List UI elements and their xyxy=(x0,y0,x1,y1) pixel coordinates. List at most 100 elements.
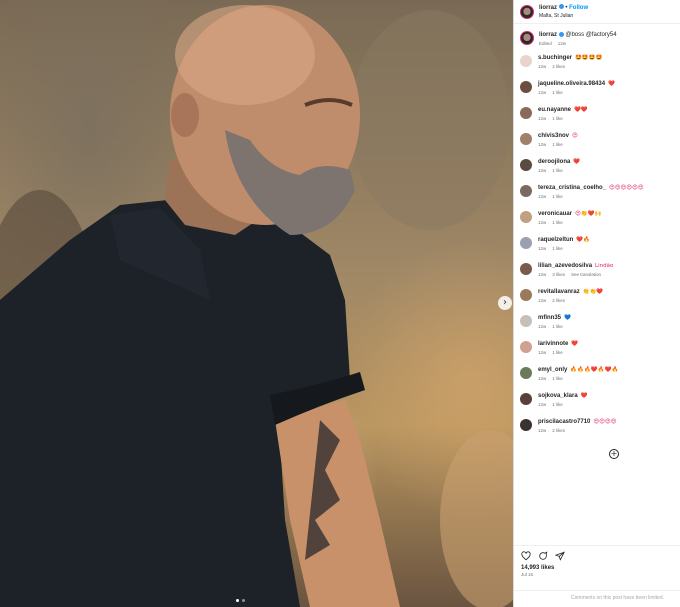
commenter-avatar[interactable] xyxy=(520,289,532,301)
comment-username[interactable]: priscilacastro7710 xyxy=(538,419,590,425)
comment-likes[interactable]: 2 likes xyxy=(552,428,565,433)
commenter-avatar[interactable] xyxy=(520,237,532,249)
comment-likes[interactable]: 1 like xyxy=(552,376,563,381)
comment-likes[interactable]: 1 like xyxy=(552,324,563,329)
share-icon[interactable] xyxy=(555,551,565,561)
comment-username[interactable]: raquelzeltun xyxy=(538,237,573,243)
comment-item: larivinnote ❤️ 12w 1 like xyxy=(520,337,674,363)
comment-item: raquelzeltun ❤️🔥 12w 1 like xyxy=(520,233,674,259)
post-date: Jul 16 xyxy=(521,572,534,577)
carousel-next-button[interactable]: › xyxy=(498,296,512,310)
comment-likes[interactable]: 1 like xyxy=(552,402,563,407)
commenter-avatar[interactable] xyxy=(520,315,532,327)
comment-text: 😍😍😍😍😍😍 xyxy=(609,185,644,191)
commenter-avatar[interactable] xyxy=(520,341,532,353)
commenter-avatar[interactable] xyxy=(520,419,532,431)
comment-item: deroojilona ❤️ 12w 1 like xyxy=(520,155,674,181)
carousel-dots xyxy=(236,599,245,602)
comment-text: ❤️ xyxy=(580,393,588,399)
comment-username[interactable]: sojkova_klara xyxy=(538,393,578,399)
commenter-avatar[interactable] xyxy=(520,133,532,145)
comment-username[interactable]: larivinnote xyxy=(538,341,568,347)
likes-count[interactable]: 14,993 likes xyxy=(521,565,673,571)
commenter-avatar[interactable] xyxy=(520,81,532,93)
commenter-avatar[interactable] xyxy=(520,107,532,119)
comment-time: 12w xyxy=(538,116,547,121)
comment-time: 12w xyxy=(538,376,547,381)
comment-text: 🔥🔥🔥❤️🔥❤️🔥 xyxy=(570,367,619,373)
commenter-avatar[interactable] xyxy=(520,55,532,67)
comment-time: 12w xyxy=(538,220,547,225)
comment-likes[interactable]: 1 like xyxy=(552,246,563,251)
comment-item: revitallavanraz 👏👏❤️ 12w 2 likes xyxy=(520,285,674,311)
comment-item: eu.nayanne ❤️❤️ 12w 1 like xyxy=(520,103,674,129)
comment-item: jaqueline.oliveira.98434 ❤️ 12w 1 like xyxy=(520,77,674,103)
commenter-avatar[interactable] xyxy=(520,159,532,171)
comment-username[interactable]: eu.nayanne xyxy=(538,107,571,113)
comment-text: 🤩🤩🤩🤩 xyxy=(575,55,603,61)
comment-text: ❤️ xyxy=(608,81,615,87)
comment-likes[interactable]: 1 like xyxy=(552,350,563,355)
comment-likes[interactable]: 1 like xyxy=(552,168,563,173)
caption-text: @boss @factory54 xyxy=(565,32,617,38)
comment-time: 12w xyxy=(538,402,547,407)
caption-edited: Edited xyxy=(539,41,552,46)
post-location[interactable]: Malta, St Julian xyxy=(539,12,588,20)
plus-circle-icon[interactable]: + xyxy=(609,449,619,459)
follow-button[interactable]: Follow xyxy=(569,5,588,11)
comment-time: 12w xyxy=(538,428,547,433)
comment-username[interactable]: emyl_only xyxy=(538,367,567,373)
author-username[interactable]: liorraz xyxy=(539,5,557,11)
caption-avatar[interactable] xyxy=(520,31,534,45)
post-header: liorraz • Follow Malta, St Julian xyxy=(514,0,680,24)
comment-likes[interactable]: 1 like xyxy=(552,90,563,95)
author-avatar[interactable] xyxy=(520,4,534,19)
caption-username[interactable]: liorraz xyxy=(539,32,557,38)
comment-likes[interactable]: 1 like xyxy=(552,116,563,121)
comment-item: sojkova_klara ❤️ 12w 1 like xyxy=(520,389,674,415)
comment-icon[interactable] xyxy=(538,551,548,561)
separator-dot: • xyxy=(565,4,568,11)
comment-likes[interactable]: 2 likes xyxy=(552,64,565,69)
post-actions: 14,993 likes Jul 16 xyxy=(514,545,680,577)
comment-time: 12w xyxy=(538,272,547,277)
caption-time: 12w xyxy=(557,41,567,46)
comment-username[interactable]: lilian_azevedosilva xyxy=(538,263,592,269)
comment-likes[interactable]: 3 likes xyxy=(552,272,565,277)
comment-time: 12w xyxy=(538,246,547,251)
comment-text: ❤️❤️ xyxy=(574,107,588,113)
comment-username[interactable]: s.buchinger xyxy=(538,55,572,61)
commenter-avatar[interactable] xyxy=(520,393,532,405)
comment-username[interactable]: tereza_cristina_coelho_ xyxy=(538,185,606,191)
comment-username[interactable]: jaqueline.oliveira.98434 xyxy=(538,81,605,87)
comment-list: s.buchinger 🤩🤩🤩🤩 12w 2 likes jaqueline.olive… xyxy=(514,51,680,441)
commenter-avatar[interactable] xyxy=(520,263,532,275)
comment-item: lilian_azevedosilva Lindão 12w 3 likes See t… xyxy=(520,259,674,285)
commenter-avatar[interactable] xyxy=(520,185,532,197)
comment-likes[interactable]: 2 likes xyxy=(552,298,565,303)
comment-likes[interactable]: 1 like xyxy=(552,194,563,199)
comment-time: 12w xyxy=(538,350,547,355)
comment-username[interactable]: revitallavanraz xyxy=(538,289,580,295)
see-translation-link[interactable]: See translation xyxy=(571,272,601,277)
comment-item: tereza_cristina_coelho_ 😍😍😍😍😍😍 12w 1 like xyxy=(520,181,674,207)
comment-username[interactable]: chivis3nov xyxy=(538,133,569,139)
commenter-avatar[interactable] xyxy=(520,211,532,223)
comment-username[interactable]: mfinn35 xyxy=(538,315,561,321)
post-photo[interactable]: › xyxy=(0,0,513,607)
heart-icon[interactable] xyxy=(521,551,531,561)
comment-username[interactable]: deroojilona xyxy=(538,159,570,165)
comment-likes[interactable]: 1 like xyxy=(552,142,563,147)
comment-time: 12w xyxy=(538,194,547,199)
comment-time: 12w xyxy=(538,142,547,147)
comment-text: 😍😍😍😍 xyxy=(593,419,617,425)
comment-time: 12w xyxy=(538,324,547,329)
comment-text: ❤️ xyxy=(571,341,579,347)
comment-text: 👏👏❤️ xyxy=(582,289,604,295)
comment-time: 12w xyxy=(538,90,547,95)
verified-icon xyxy=(558,31,564,37)
comment-username[interactable]: veronicauar xyxy=(538,211,572,217)
commenter-avatar[interactable] xyxy=(520,367,532,379)
comment-text: Lindão xyxy=(595,263,614,269)
comment-likes[interactable]: 1 like xyxy=(552,220,563,225)
